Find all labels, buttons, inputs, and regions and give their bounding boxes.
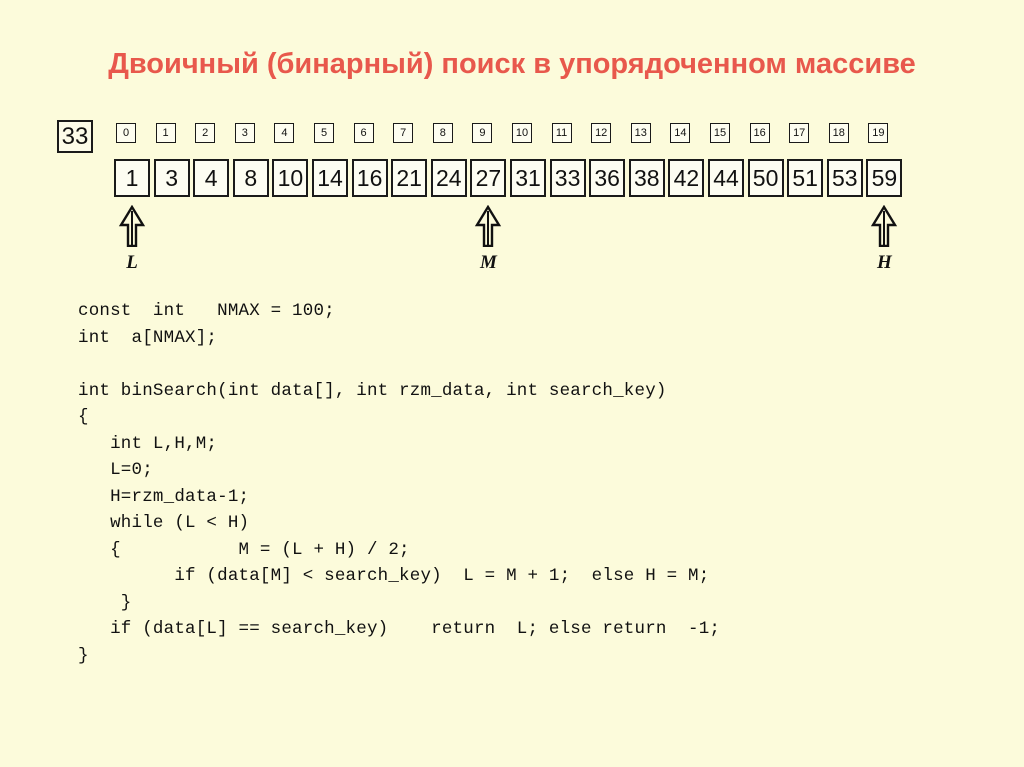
pointer-l: L bbox=[112, 204, 152, 273]
code-line: while (L < H) bbox=[78, 513, 250, 533]
array-index-cell: 0 bbox=[116, 123, 136, 143]
array-value-cell: 36 bbox=[589, 159, 626, 197]
array-value-cell: 4 bbox=[193, 159, 230, 197]
array-index-cell: 2 bbox=[195, 123, 216, 143]
code-line: int binSearch(int data[], int rzm_data, … bbox=[78, 380, 667, 401]
binary-search-diagram: 33 0 1 2 3 4 5 6 7 8 9 10 11 12 13 14 15 16 17 18 19 1 3 4 8 10… bbox=[0, 0, 1024, 290]
array-value-cell: 27 bbox=[470, 159, 507, 197]
pointer-m: M bbox=[468, 204, 508, 273]
array-index-cell: 13 bbox=[630, 123, 651, 143]
array-value-cell: 16 bbox=[351, 159, 388, 197]
code-line: int L,H,M; bbox=[78, 433, 218, 454]
code-line: const int NMAX = 100; bbox=[78, 301, 335, 321]
code-line: { M = (L + H) / 2; bbox=[78, 539, 410, 560]
code-block: const int NMAX = 100; int a[NMAX]; int bi… bbox=[78, 298, 720, 669]
array-value-cell: 44 bbox=[708, 159, 744, 197]
array-index-cell: 1 bbox=[155, 123, 176, 143]
code-line: if (data[L] == search_key) return L; els… bbox=[78, 619, 721, 639]
array-value-cell: 51 bbox=[787, 159, 824, 197]
pointer-h: H bbox=[864, 204, 904, 273]
array-index-cell: 18 bbox=[828, 123, 849, 143]
array-value-cell: 33 bbox=[549, 159, 586, 197]
array-value-cell: 14 bbox=[312, 159, 348, 197]
code-line: if (data[M] < search_key) L = M + 1; els… bbox=[78, 566, 710, 586]
code-line: } bbox=[78, 592, 132, 613]
array-index-cell: 15 bbox=[710, 123, 730, 143]
array-index-cell: 12 bbox=[591, 123, 612, 143]
array-value-cell: 53 bbox=[826, 159, 863, 197]
array-value-cell: 24 bbox=[430, 159, 467, 197]
array-index-cell: 6 bbox=[353, 123, 374, 143]
array-index-cell: 3 bbox=[234, 123, 255, 143]
array-index-cell: 7 bbox=[393, 123, 414, 143]
code-line: { bbox=[78, 407, 89, 427]
array-index-cell: 14 bbox=[670, 123, 691, 143]
array-value-cell: 8 bbox=[232, 159, 269, 197]
array-value-cell: 1 bbox=[114, 159, 150, 197]
array-index-cell: 10 bbox=[512, 123, 532, 143]
search-key-box: 33 bbox=[57, 120, 93, 153]
array-value-cell: 21 bbox=[391, 159, 428, 197]
array-value-cell: 31 bbox=[510, 159, 546, 197]
array-index-cell: 5 bbox=[314, 123, 334, 143]
array-index-cell: 9 bbox=[472, 123, 493, 143]
array-index-cell: 11 bbox=[551, 123, 572, 143]
pointer-label: M bbox=[479, 252, 497, 273]
code-line: int a[NMAX]; bbox=[78, 327, 218, 348]
code-line: L=0; bbox=[78, 460, 153, 480]
code-line: } bbox=[78, 645, 89, 666]
array-value-cell: 59 bbox=[866, 159, 903, 197]
up-arrow-icon bbox=[112, 204, 152, 248]
pointer-label: H bbox=[877, 252, 892, 273]
pointer-label: L bbox=[126, 252, 138, 273]
up-arrow-icon bbox=[864, 204, 904, 248]
array-value-cell: 38 bbox=[628, 159, 665, 197]
array-index-cell: 8 bbox=[432, 123, 453, 143]
array-value-cell: 42 bbox=[668, 159, 705, 197]
array-value-cell: 10 bbox=[272, 159, 309, 197]
code-line: H=rzm_data-1; bbox=[78, 486, 250, 507]
array-index-cell: 4 bbox=[274, 123, 295, 143]
array-value-cell: 3 bbox=[153, 159, 190, 197]
array-index-cell: 19 bbox=[868, 123, 889, 143]
array-index-cell: 16 bbox=[749, 123, 770, 143]
array-value-cell: 50 bbox=[747, 159, 784, 197]
up-arrow-icon bbox=[468, 204, 508, 248]
array-index-cell: 17 bbox=[789, 123, 810, 143]
